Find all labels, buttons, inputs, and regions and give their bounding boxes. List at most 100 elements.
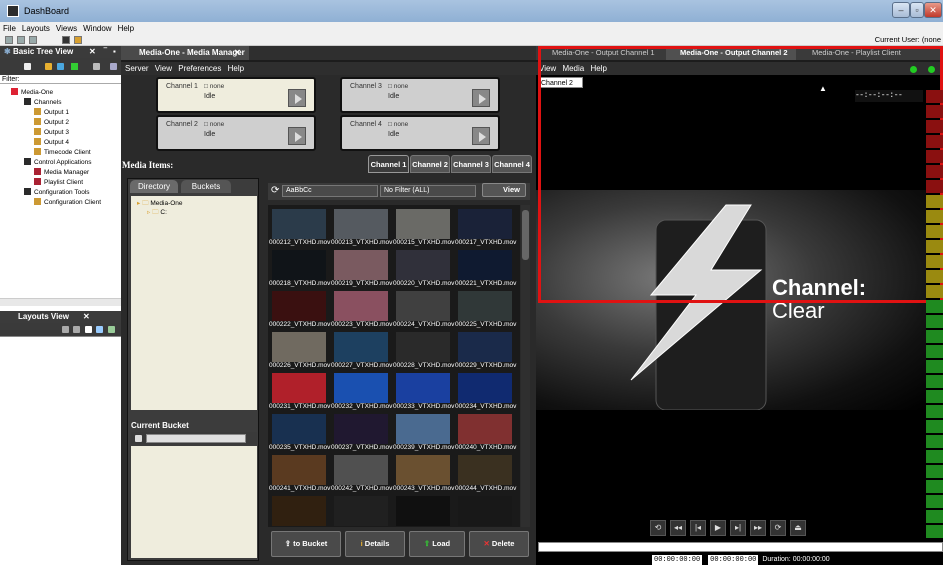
- media-thumbnail[interactable]: [458, 373, 512, 403]
- menu-window[interactable]: Window: [83, 24, 111, 33]
- menu-help[interactable]: Help: [228, 64, 244, 73]
- play-icon[interactable]: ▶: [710, 520, 726, 536]
- previous-icon[interactable]: |◂: [690, 520, 706, 536]
- media-thumbnail[interactable]: [272, 414, 326, 444]
- eject-icon[interactable]: ⏏: [790, 520, 806, 536]
- scrollbar-thumb[interactable]: [522, 210, 529, 260]
- basic-tree-view-tab[interactable]: ✱ Basic Tree View ✕ ‾ ▪: [0, 46, 121, 58]
- media-thumbnail[interactable]: [334, 209, 388, 239]
- layout-icon[interactable]: [85, 326, 92, 333]
- new-icon[interactable]: [5, 36, 13, 44]
- tab-channel-2[interactable]: Channel 2: [410, 155, 450, 173]
- tree-item-control-applications[interactable]: Control Applications: [24, 158, 91, 167]
- media-thumbnail[interactable]: [458, 496, 512, 526]
- export-icon[interactable]: [108, 326, 115, 333]
- media-thumbnail[interactable]: [396, 496, 450, 526]
- play-icon[interactable]: [472, 127, 490, 145]
- panel-minimize-icon[interactable]: ‾: [104, 46, 107, 58]
- media-thumbnail[interactable]: [272, 291, 326, 321]
- media-thumbnail[interactable]: [396, 291, 450, 321]
- tree-item-media-one[interactable]: Media-One: [11, 88, 53, 97]
- tree-item-output-4[interactable]: Output 4: [34, 138, 69, 147]
- tab-channel-3[interactable]: Channel 3: [451, 155, 491, 173]
- media-thumbnail[interactable]: [272, 455, 326, 485]
- media-manager-tab[interactable]: Media-One - Media Manager ✕: [121, 46, 249, 60]
- media-thumbnail[interactable]: [272, 209, 326, 239]
- media-thumbnail[interactable]: [334, 455, 388, 485]
- maximize-button[interactable]: ▫: [910, 2, 924, 18]
- media-thumbnail[interactable]: [334, 250, 388, 280]
- close-tab-icon[interactable]: ✕: [234, 46, 241, 60]
- save-icon[interactable]: [29, 36, 37, 44]
- minimize-button[interactable]: –: [892, 2, 910, 18]
- tree-item-playlist-client[interactable]: Playlist Client: [34, 178, 83, 187]
- media-thumbnail[interactable]: [334, 291, 388, 321]
- media-thumbnail[interactable]: [334, 373, 388, 403]
- tab-buckets[interactable]: Buckets: [181, 180, 231, 193]
- delete-icon[interactable]: [73, 326, 80, 333]
- rewind-start-icon[interactable]: ⟲: [650, 520, 666, 536]
- menu-help[interactable]: Help: [118, 24, 134, 33]
- fast-forward-icon[interactable]: ▸▸: [750, 520, 766, 536]
- media-thumbnail[interactable]: [396, 250, 450, 280]
- refresh-icon[interactable]: ⟳: [271, 185, 279, 196]
- delete-icon[interactable]: [93, 63, 100, 70]
- details-button[interactable]: i Details: [345, 531, 405, 557]
- folder-icon[interactable]: [74, 36, 82, 44]
- fast-rewind-icon[interactable]: ◂◂: [670, 520, 686, 536]
- media-thumbnail[interactable]: [396, 373, 450, 403]
- tree-horizontal-scrollbar[interactable]: [0, 298, 121, 306]
- close-tab-icon[interactable]: ✕: [83, 311, 90, 323]
- open-icon[interactable]: [17, 36, 25, 44]
- media-thumbnail[interactable]: [272, 373, 326, 403]
- dir-item-c-drive[interactable]: ▹ 🗀 C:: [147, 208, 167, 217]
- media-thumbnail[interactable]: [458, 455, 512, 485]
- tab-directory[interactable]: Directory: [130, 180, 178, 193]
- media-thumbnail[interactable]: [334, 332, 388, 362]
- panel-maximize-icon[interactable]: ▪: [113, 46, 116, 58]
- channel-2-box[interactable]: Channel 2 □ none Idle: [156, 115, 316, 151]
- channel-4-box[interactable]: Channel 4 □ none Idle: [340, 115, 500, 151]
- media-thumbnail[interactable]: [272, 250, 326, 280]
- tree-item-configuration-client[interactable]: Configuration Client: [34, 198, 101, 207]
- tree-item-media-manager[interactable]: Media Manager: [34, 168, 89, 177]
- channel-3-box[interactable]: Channel 3 □ none Idle: [340, 77, 500, 113]
- load-button[interactable]: ⇧ Load: [409, 531, 465, 557]
- tree-item-output-3[interactable]: Output 3: [34, 128, 69, 137]
- close-tab-icon[interactable]: ✕: [89, 46, 96, 58]
- loop-icon[interactable]: ⟳: [770, 520, 786, 536]
- tree-item-configuration-tools[interactable]: Configuration Tools: [24, 188, 90, 197]
- tree-options-icon[interactable]: [110, 63, 117, 70]
- layouts-view-tab[interactable]: Layouts View ✕: [0, 311, 121, 323]
- dir-item-media-one[interactable]: ▸ 🗀 Media-One: [137, 199, 183, 208]
- channel-1-box[interactable]: Channel 1 □ none Idle: [156, 77, 316, 113]
- media-thumbnail[interactable]: [458, 291, 512, 321]
- media-thumbnail[interactable]: [458, 250, 512, 280]
- tree-item-timecode-client[interactable]: Timecode Client: [34, 148, 91, 157]
- current-bucket-select[interactable]: [146, 434, 246, 443]
- play-icon[interactable]: [288, 89, 306, 107]
- media-thumbnail[interactable]: [334, 414, 388, 444]
- tree-item-channels[interactable]: Channels: [24, 98, 61, 107]
- refresh-icon[interactable]: [57, 63, 64, 70]
- menu-server[interactable]: Server: [125, 64, 149, 73]
- play-icon[interactable]: [288, 127, 306, 145]
- media-thumbnail[interactable]: [396, 455, 450, 485]
- menu-layouts[interactable]: Layouts: [22, 24, 50, 33]
- media-thumbnail[interactable]: [458, 414, 512, 444]
- tree-item-output-2[interactable]: Output 2: [34, 118, 69, 127]
- media-thumbnail[interactable]: [272, 496, 326, 526]
- tab-channel-4[interactable]: Channel 4: [492, 155, 532, 173]
- media-thumbnail[interactable]: [334, 496, 388, 526]
- media-thumbnail[interactable]: [396, 209, 450, 239]
- timeline-scrubber[interactable]: [538, 542, 943, 552]
- media-thumbnail[interactable]: [458, 332, 512, 362]
- menu-file[interactable]: File: [3, 24, 16, 33]
- menu-view[interactable]: View: [155, 64, 172, 73]
- media-thumbnail[interactable]: [458, 209, 512, 239]
- delete-button[interactable]: ✕ Delete: [469, 531, 529, 557]
- media-thumbnail[interactable]: [396, 414, 450, 444]
- to-bucket-button[interactable]: ⇪ to Bucket: [271, 531, 341, 557]
- grid-icon[interactable]: [96, 326, 103, 333]
- menu-views[interactable]: Views: [56, 24, 77, 33]
